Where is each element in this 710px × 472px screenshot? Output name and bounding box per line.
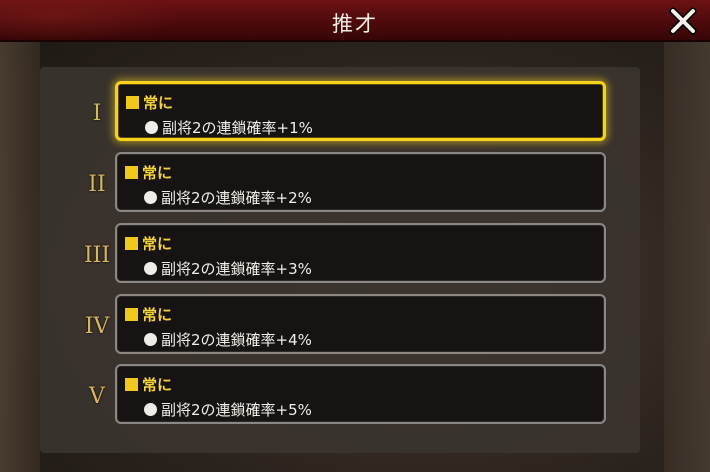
effect-text: 副将2の連鎖確率+1% [162, 119, 313, 137]
talent-card[interactable]: 常に 副将2の連鎖確率+5% [115, 364, 606, 424]
effect-line: 副将2の連鎖確率+1% [145, 117, 313, 138]
close-button[interactable] [666, 4, 700, 38]
white-circle-icon [145, 121, 158, 134]
background-right-strip [664, 40, 710, 472]
tier-numeral: III [83, 242, 111, 268]
talent-card-selected[interactable]: 常に 副将2の連鎖確率+1% [115, 81, 606, 141]
condition-text: 常に [143, 94, 174, 112]
talent-row: III 常に 副将2の連鎖確率+3% [40, 223, 640, 287]
condition-line: 常に [125, 162, 172, 183]
condition-text: 常に [142, 376, 173, 394]
tier-numeral: I [92, 100, 102, 126]
talent-row: II 常に 副将2の連鎖確率+2% [40, 152, 640, 216]
effect-text: 副将2の連鎖確率+2% [161, 189, 312, 207]
yellow-square-icon [125, 237, 138, 250]
effect-line: 副将2の連鎖確率+2% [144, 187, 312, 208]
condition-line: 常に [126, 92, 173, 113]
effect-text: 副将2の連鎖確率+3% [161, 260, 312, 278]
tier-numeral: IV [84, 313, 110, 339]
dialog-title: 推才 [332, 12, 378, 36]
talent-row: IV 常に 副将2の連鎖確率+4% [40, 294, 640, 358]
talent-row: V 常に 副将2の連鎖確率+5% [40, 364, 640, 428]
talent-panel: I 常に 副将2の連鎖確率+1% II 常に 副将2の連鎖確率+2% III 常… [40, 67, 640, 453]
white-circle-icon [144, 403, 157, 416]
yellow-square-icon [125, 308, 138, 321]
white-circle-icon [144, 191, 157, 204]
dialog-header: 推才 [0, 0, 710, 42]
effect-line: 副将2の連鎖確率+4% [144, 329, 312, 350]
talent-card[interactable]: 常に 副将2の連鎖確率+4% [115, 294, 606, 354]
effect-line: 副将2の連鎖確率+5% [144, 399, 312, 420]
tier-numeral: II [88, 171, 106, 197]
white-circle-icon [144, 262, 157, 275]
effect-line: 副将2の連鎖確率+3% [144, 258, 312, 279]
yellow-square-icon [126, 96, 139, 109]
condition-text: 常に [142, 306, 173, 324]
background-left-strip [0, 40, 40, 472]
yellow-square-icon [125, 378, 138, 391]
condition-text: 常に [142, 235, 173, 253]
talent-card[interactable]: 常に 副将2の連鎖確率+3% [115, 223, 606, 283]
effect-text: 副将2の連鎖確率+4% [161, 331, 312, 349]
condition-line: 常に [125, 374, 172, 395]
condition-text: 常に [142, 164, 173, 182]
effect-text: 副将2の連鎖確率+5% [161, 401, 312, 419]
talent-row: I 常に 副将2の連鎖確率+1% [40, 81, 640, 145]
condition-line: 常に [125, 233, 172, 254]
yellow-square-icon [125, 166, 138, 179]
talent-card[interactable]: 常に 副将2の連鎖確率+2% [115, 152, 606, 212]
tier-numeral: V [89, 383, 105, 409]
white-circle-icon [144, 333, 157, 346]
close-x-icon [669, 7, 697, 35]
condition-line: 常に [125, 304, 172, 325]
